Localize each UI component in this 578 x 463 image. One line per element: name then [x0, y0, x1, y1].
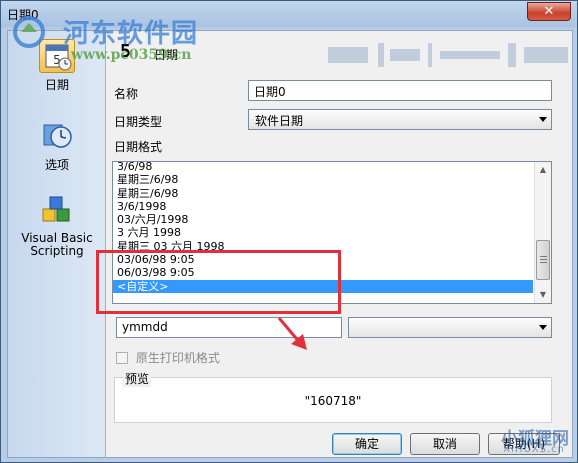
bottom-watermark-url: XIHUXS.cn [503, 444, 565, 455]
custom-format-input[interactable]: ymmdd [116, 317, 342, 338]
preview-label: 预览 [123, 370, 152, 387]
sidebar: 5 日期 选项 Visual Basic Scripting [8, 31, 106, 457]
date-format-items: 3/6/98 星期三/6/98 星期三/6/98 3/6/1998 03/六月/1998… [113, 162, 533, 293]
chevron-down-icon[interactable] [539, 325, 547, 330]
vertical-scrollbar[interactable]: ▲ ▼ [534, 162, 551, 303]
chevron-down-icon[interactable] [539, 117, 547, 122]
list-item[interactable]: 06/03/98 9:05 [113, 266, 533, 279]
dialog-window: 日期0 ✕ 5 日期 选项 Visual Basic Scripting 5 日… [0, 0, 578, 463]
sidebar-item-label: Visual Basic Scripting [21, 231, 93, 258]
blocks-icon [39, 195, 75, 229]
date-type-label: 日期类型 [114, 115, 163, 129]
sidebar-item-label: 日期 [44, 78, 69, 92]
list-item[interactable]: 星期三 03 六月 1998 [113, 240, 533, 253]
scroll-thumb[interactable] [536, 240, 550, 280]
date-format-label: 日期格式 [114, 140, 163, 154]
ok-button[interactable]: 确定 [332, 433, 402, 455]
watermark-site-url: www.pc0359.cn [71, 47, 192, 63]
list-item[interactable]: 星期三/6/98 [113, 173, 533, 186]
preview-value: "160718" [304, 394, 362, 408]
sidebar-item-vbscripting[interactable]: Visual Basic Scripting [8, 195, 106, 258]
list-item[interactable]: 03/六月/1998 [113, 213, 533, 226]
list-item[interactable]: 星期三/6/98 [113, 187, 533, 200]
list-item[interactable]: 3/6/98 [113, 162, 533, 173]
printer-format-checkbox[interactable] [116, 352, 128, 364]
clock-options-icon [39, 119, 75, 153]
sidebar-item-options[interactable]: 选项 [8, 119, 106, 173]
name-label: 名称 [114, 87, 139, 101]
close-button[interactable]: ✕ [527, 2, 571, 21]
scroll-down-icon[interactable]: ▼ [535, 287, 551, 303]
scroll-up-icon[interactable]: ▲ [535, 162, 551, 178]
list-item[interactable]: 3 六月 1998 [113, 226, 533, 239]
preview-group: 预览 "160718" [114, 370, 552, 423]
custom-format-select[interactable] [348, 317, 552, 338]
site-logo-icon [13, 16, 45, 48]
name-input[interactable]: 日期0 [248, 80, 552, 101]
bottom-watermark: 小狐狸网 XIHUXS.cn [473, 424, 573, 460]
watermark-site-name: 河东软件园 [63, 19, 199, 49]
date-format-list[interactable]: 3/6/98 星期三/6/98 星期三/6/98 3/6/1998 03/六月/1998… [112, 161, 552, 304]
cancel-button[interactable]: 取消 [410, 433, 480, 455]
dialog-client-area: 5 日期 选项 Visual Basic Scripting 5 日期 名称 日… [7, 30, 573, 458]
printer-format-option[interactable]: 原生打印机格式 [116, 349, 220, 366]
list-item[interactable]: 03/06/98 9:05 [113, 253, 533, 266]
date-type-select[interactable]: 软件日期 [248, 109, 552, 130]
header-decoration [328, 43, 568, 67]
sidebar-item-label: 选项 [44, 158, 69, 172]
list-item[interactable]: 3/6/1998 [113, 200, 533, 213]
list-item[interactable]: <自定义> [113, 279, 533, 293]
printer-format-label: 原生打印机格式 [135, 351, 220, 365]
